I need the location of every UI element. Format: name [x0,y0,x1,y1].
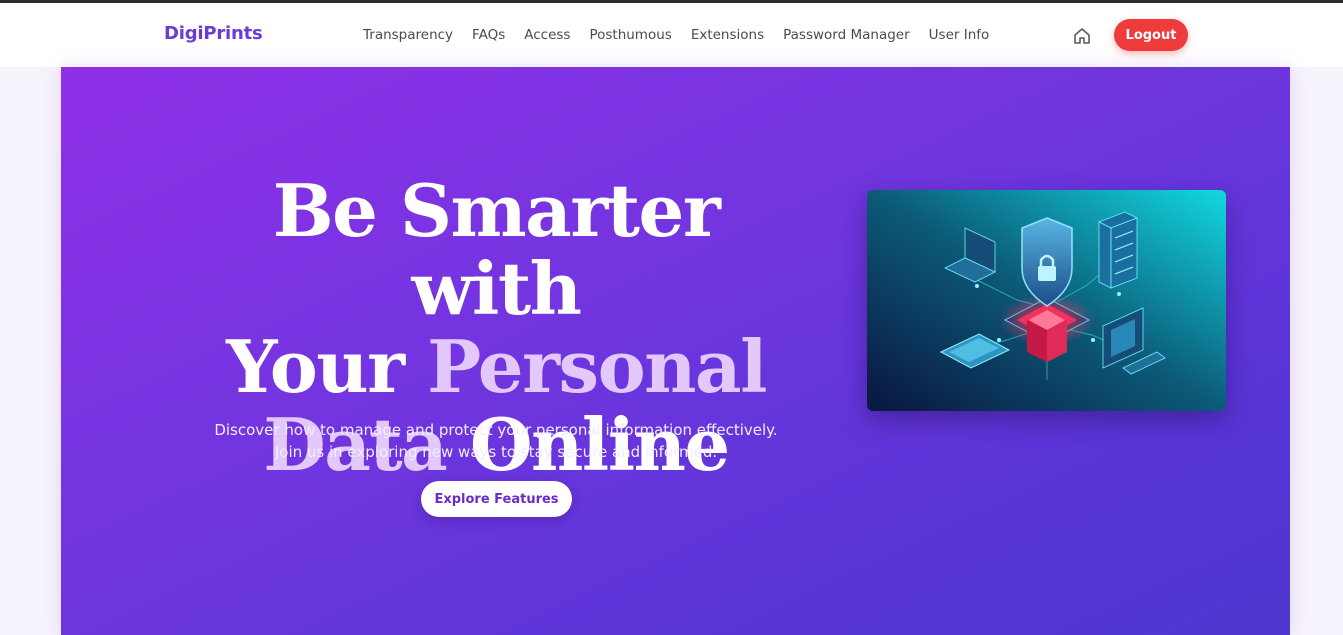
nav-link-posthumous[interactable]: Posthumous [589,27,671,43]
nav-link-extensions[interactable]: Extensions [691,27,764,43]
headline-line-1: Be Smarter with [272,168,721,331]
explore-features-button[interactable]: Explore Features [421,481,572,517]
hero-subtitle: Discover how to manage and protect your … [214,421,778,461]
cyber-security-illustration [867,190,1226,411]
nav-link-access[interactable]: Access [524,27,570,43]
nav-links: Transparency FAQs Access Posthumous Exte… [363,27,1008,43]
headline-line-2a: Your [226,324,428,409]
nav-link-transparency[interactable]: Transparency [363,27,453,43]
logout-button[interactable]: Logout [1114,19,1188,51]
navbar: DigiPrints Transparency FAQs Access Post… [0,3,1343,67]
home-icon[interactable] [1071,25,1093,47]
nav-link-faqs[interactable]: FAQs [472,27,505,43]
nav-link-user-info[interactable]: User Info [929,27,990,43]
hero-section: Be Smarter with Your Personal Data Onlin… [61,67,1290,635]
headline-highlight-personal: Personal [427,324,767,409]
brand-logo[interactable]: DigiPrints [164,23,263,44]
nav-link-password-manager[interactable]: Password Manager [783,27,910,43]
